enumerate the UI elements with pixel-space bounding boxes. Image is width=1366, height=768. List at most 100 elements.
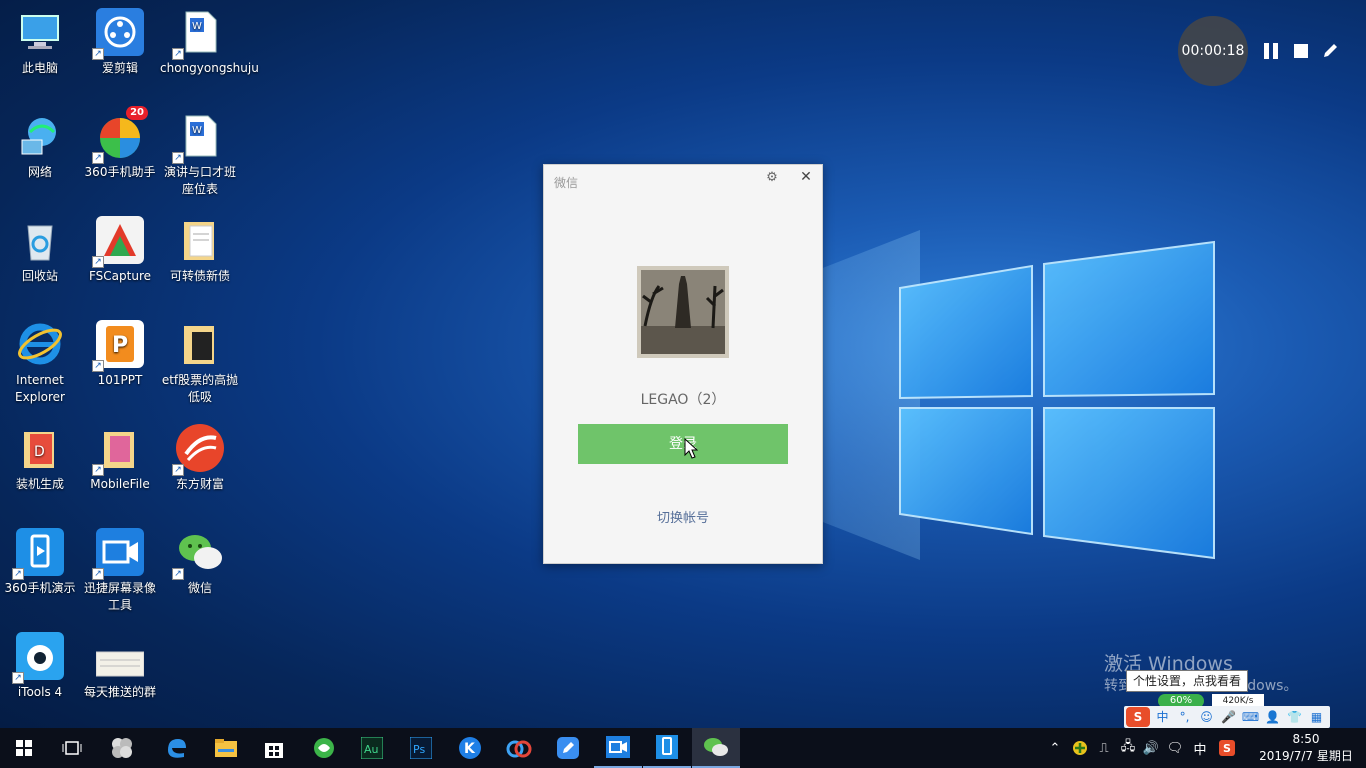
microphone-icon[interactable]: 🎤	[1219, 708, 1238, 726]
tray-overflow-chevron-icon[interactable]: ⌃	[1046, 728, 1064, 768]
toolbox-icon[interactable]: ▦	[1307, 708, 1326, 726]
sogou-logo-icon[interactable]: S	[1126, 707, 1150, 727]
close-icon[interactable]: ✕	[798, 169, 814, 185]
taskbar-app-file-explorer[interactable]	[202, 728, 250, 768]
login-button[interactable]: 登录	[578, 424, 788, 464]
tray-sogou-icon[interactable]: S	[1216, 728, 1238, 768]
start-button[interactable]	[0, 728, 48, 768]
svg-text:Au: Au	[364, 743, 379, 756]
desktop-icon-wechat[interactable]: ↗ 微信	[160, 528, 240, 597]
taskbar-app-baidu-netdisk[interactable]	[495, 728, 543, 768]
photoshop-icon: Ps	[410, 737, 432, 759]
wechat-icon: ↗	[172, 528, 224, 580]
desktop-icon-daily-group[interactable]: 每天推送的群	[80, 632, 160, 701]
folder-icon	[215, 739, 237, 757]
desktop-icon-360-assistant[interactable]: 20 ↗ 360手机助手	[80, 106, 160, 181]
audition-icon: Au	[361, 737, 383, 759]
taskbar-app-kuaibo[interactable]: K	[446, 728, 494, 768]
account-name: LEGAO（2）	[640, 392, 726, 408]
taskbar-app-screen-recorder[interactable]	[594, 728, 642, 768]
window-title: 微信	[554, 176, 579, 190]
stop-icon[interactable]	[1292, 42, 1310, 60]
desktop-icon-aijianji[interactable]: ↗ 爱剪辑	[80, 8, 160, 77]
desktop-icon-label: 360手机助手	[84, 165, 156, 179]
taskbar-app-pinwheel[interactable]	[98, 728, 146, 768]
taskbar-app-audition[interactable]: Au	[348, 728, 396, 768]
keyboard-icon[interactable]: ⌨	[1241, 708, 1260, 726]
desktop-icon-label: 装机生成	[15, 477, 64, 491]
desktop-icon-label: 迅捷屏幕录像工具	[83, 581, 156, 612]
desktop-icon-zhuangji[interactable]: D 装机生成	[0, 424, 80, 493]
skin-icon[interactable]: 👕	[1285, 708, 1304, 726]
computer-icon	[16, 8, 64, 56]
store-icon	[265, 743, 283, 758]
tray-ime-indicator[interactable]: 中	[1189, 728, 1211, 768]
svg-text:W: W	[192, 21, 202, 32]
desktop-icon-speech-seating[interactable]: W ↗ 演讲与口才班座位表	[160, 112, 240, 198]
360-browser-icon	[314, 738, 334, 758]
ime-toolbar: S 中 °, ☺ 🎤 ⌨ 👤 👕 ▦	[1124, 706, 1330, 728]
desktop-icon-label: 东方财富	[175, 477, 224, 491]
tray-volume-icon[interactable]: 🔊	[1141, 728, 1161, 768]
taskbar-app-360-browser[interactable]	[300, 728, 348, 768]
ime-mode[interactable]: 中	[1153, 708, 1172, 726]
k-player-icon: K	[459, 737, 481, 759]
desktop-icon-xunjie-recorder[interactable]: ↗ 迅捷屏幕录像工具	[80, 528, 160, 614]
image-thumbnail-icon	[95, 632, 145, 680]
taskbar-app-notes[interactable]	[544, 728, 592, 768]
folder-icon	[176, 216, 224, 264]
tray-power-icon[interactable]: ⎍	[1094, 728, 1114, 768]
svg-text:W: W	[192, 125, 202, 136]
screen-recorder-icon: ↗	[92, 528, 144, 580]
folder-icon	[176, 320, 224, 368]
desktop-icon-label: etf股票的高抛低吸	[161, 373, 239, 404]
desktop-icon-label: Internet Explorer	[15, 373, 65, 404]
desktop-icon-label: 此电脑	[21, 61, 58, 75]
desktop-icon-360-mobile-demo[interactable]: ↗ 360手机演示	[0, 528, 80, 597]
svg-text:S: S	[1223, 742, 1231, 755]
network-icon	[16, 112, 64, 160]
tray-360-guard-icon[interactable]	[1070, 728, 1090, 768]
folder-icon: D	[16, 424, 64, 472]
user-icon[interactable]: 👤	[1263, 708, 1282, 726]
fscapture-icon: ↗	[92, 216, 144, 268]
taskbar-app-store[interactable]	[250, 728, 298, 768]
svg-text:D: D	[34, 444, 45, 460]
netdisk-icon	[506, 740, 532, 758]
desktop-icon-this-pc[interactable]: 此电脑	[0, 8, 80, 77]
taskbar-app-edge[interactable]	[152, 728, 200, 768]
desktop-icon-convertible-bonds[interactable]: 可转债新债	[160, 216, 240, 285]
emoji-icon[interactable]: ☺	[1197, 708, 1216, 726]
desktop-icon-chongyongshuju[interactable]: W ↗ chongyongshuju	[160, 8, 259, 77]
desktop-icon-label: MobileFile	[90, 477, 150, 491]
desktop-icon-mobilefile[interactable]: ↗ MobileFile	[80, 424, 160, 493]
tray-action-center-icon[interactable]: 🗨	[1165, 728, 1185, 768]
desktop-icon-recycle-bin[interactable]: 回收站	[0, 216, 80, 285]
desktop-icon-eastmoney[interactable]: ↗ 东方财富	[160, 424, 240, 493]
desktop-icon-label: 爱剪辑	[101, 61, 138, 75]
film-reel-icon: ↗	[92, 8, 144, 60]
settings-gear-icon[interactable]: ⚙	[764, 170, 780, 186]
switch-account-link[interactable]: 切换帐号	[544, 507, 822, 526]
desktop-icon-etf-stocks[interactable]: etf股票的高抛低吸	[160, 320, 240, 406]
taskbar-app-wechat[interactable]	[692, 728, 740, 768]
pen-icon[interactable]	[1321, 42, 1339, 60]
svg-text:K: K	[464, 741, 476, 757]
pause-icon[interactable]	[1262, 42, 1280, 60]
punctuation-icon[interactable]: °,	[1175, 708, 1194, 726]
taskbar-app-photoshop[interactable]: Ps	[397, 728, 445, 768]
task-view-button[interactable]	[48, 728, 96, 768]
desktop-icon-network[interactable]: 网络	[0, 112, 80, 181]
desktop-icon-itools[interactable]: ↗ iTools 4	[0, 632, 80, 701]
desktop-icon-internet-explorer[interactable]: Internet Explorer	[0, 320, 80, 406]
phone-cast-icon: ↗	[12, 528, 64, 580]
desktop-icon-101ppt[interactable]: P ↗ 101PPT	[80, 320, 160, 389]
taskbar-clock[interactable]: 8:50 2019/7/7 星期日	[1252, 731, 1360, 765]
desktop-icon-fscapture[interactable]: ↗ FSCapture	[80, 216, 160, 285]
tray-network-icon[interactable]: 🖧	[1118, 728, 1138, 768]
word-document-icon: W ↗	[172, 8, 224, 60]
svg-text:Ps: Ps	[413, 743, 425, 756]
taskbar-app-360-mobile-demo[interactable]	[643, 728, 691, 768]
recycle-bin-icon	[16, 216, 64, 264]
360-assistant-icon: 20 ↗	[92, 106, 148, 164]
